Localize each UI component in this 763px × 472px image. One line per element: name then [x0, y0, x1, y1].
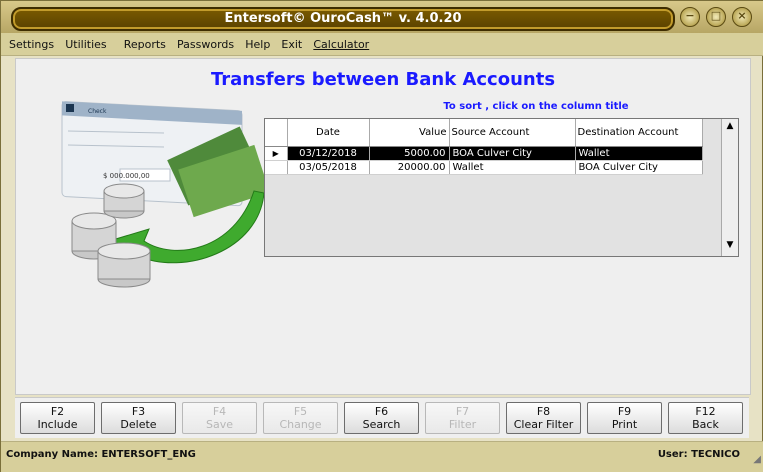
main-panel: Transfers between Bank Accounts To sort … — [15, 58, 751, 395]
fkey-code: F4 — [212, 405, 227, 418]
fkey-label: Delete — [120, 418, 157, 431]
menu-help[interactable]: Help — [242, 34, 273, 51]
minimize-button[interactable]: − — [680, 7, 700, 27]
search-button[interactable]: F6 Search — [344, 402, 419, 434]
cell-destination-account[interactable]: Wallet — [575, 146, 703, 161]
cell-value[interactable]: 20000.00 — [369, 160, 450, 175]
app-window: Entersoft© OuroCash™ v. 4.0.20 − □ × Set… — [0, 0, 763, 472]
function-key-bar: F2 Include F3 Delete F4 Save F5 Change F6 Sea… — [15, 397, 749, 438]
column-header-destination-account[interactable]: Destination Account — [575, 119, 703, 147]
company-name: Company Name: ENTERSOFT_ENG — [6, 449, 196, 460]
fkey-code: F9 — [617, 405, 632, 418]
close-button[interactable]: × — [732, 7, 752, 27]
fkey-code: F5 — [293, 405, 308, 418]
filter-button: F7 Filter — [425, 402, 500, 434]
column-header-source-account[interactable]: Source Account — [449, 119, 576, 147]
fkey-code: F6 — [374, 405, 389, 418]
menu-passwords[interactable]: Passwords — [174, 34, 237, 51]
row-pointer-icon: ▶ — [265, 146, 288, 161]
menu-calculator[interactable]: Calculator — [310, 34, 372, 51]
row-selector[interactable] — [265, 160, 288, 175]
table-row[interactable]: ▶ 03/12/2018 5000.00 BOA Culver City Wal… — [265, 146, 703, 161]
status-bar: Company Name: ENTERSOFT_ENG User: TECNIC… — [1, 441, 763, 472]
cell-date[interactable]: 03/05/2018 — [287, 160, 370, 175]
fkey-label: Change — [279, 418, 322, 431]
grid-corner — [265, 119, 288, 147]
transfers-grid[interactable]: Date Value Source Account Destination Ac… — [264, 118, 739, 257]
grid-scrollbar[interactable]: ▲ ▼ — [721, 119, 738, 256]
fkey-code: F8 — [536, 405, 551, 418]
fkey-code: F3 — [131, 405, 146, 418]
title-pill: Entersoft© OuroCash™ v. 4.0.20 — [11, 7, 675, 31]
cell-date[interactable]: 03/12/2018 — [287, 146, 370, 161]
menu-utilities[interactable]: Utilities — [62, 34, 109, 51]
fkey-label: Search — [362, 418, 401, 431]
column-header-date[interactable]: Date — [287, 119, 370, 147]
bank-transfer-illustration: Check $ 000.000,00 — [61, 101, 270, 288]
print-button[interactable]: F9 Print — [587, 402, 662, 434]
menu-settings[interactable]: Settings — [1, 34, 57, 51]
cell-source-account[interactable]: Wallet — [449, 160, 576, 175]
fkey-code: F12 — [695, 405, 716, 418]
window-title: Entersoft© OuroCash™ v. 4.0.20 — [224, 11, 462, 26]
column-header-value[interactable]: Value — [369, 119, 450, 147]
save-button: F4 Save — [182, 402, 257, 434]
grid-header-row: Date Value Source Account Destination Ac… — [265, 119, 703, 147]
fkey-label: Back — [692, 418, 719, 431]
check-amount: $ 000.000,00 — [103, 172, 150, 180]
minimize-icon: − — [685, 9, 695, 22]
title-bar[interactable]: Entersoft© OuroCash™ v. 4.0.20 − □ × — [1, 1, 763, 33]
scroll-down-icon[interactable]: ▼ — [722, 240, 738, 254]
back-button[interactable]: F12 Back — [668, 402, 743, 434]
fkey-code: F2 — [50, 405, 65, 418]
clear-filter-button[interactable]: F8 Clear Filter — [506, 402, 581, 434]
close-icon: × — [737, 9, 747, 22]
page-title: Transfers between Bank Accounts — [210, 69, 556, 90]
check-title: Check — [88, 108, 107, 115]
menu-exit[interactable]: Exit — [278, 34, 305, 51]
maximize-icon: □ — [710, 9, 722, 22]
scroll-up-icon[interactable]: ▲ — [722, 121, 738, 135]
user-name: User: TECNICO — [657, 449, 740, 460]
menu-bar: Settings Utilities Reports Passwords Hel… — [1, 33, 763, 56]
include-button[interactable]: F2 Include — [20, 402, 95, 434]
cell-source-account[interactable]: BOA Culver City — [449, 146, 576, 161]
fkey-code: F7 — [455, 405, 470, 418]
maximize-button[interactable]: □ — [706, 7, 726, 27]
fkey-label: Clear Filter — [513, 418, 574, 431]
fkey-label: Include — [37, 418, 78, 431]
cell-destination-account[interactable]: BOA Culver City — [575, 160, 703, 175]
resize-grip-icon[interactable]: ◢ — [753, 454, 761, 465]
menu-reports[interactable]: Reports — [121, 34, 169, 51]
cell-value[interactable]: 5000.00 — [369, 146, 450, 161]
table-row[interactable]: 03/05/2018 20000.00 Wallet BOA Culver Ci… — [265, 160, 703, 175]
fkey-label: Save — [205, 418, 233, 431]
fkey-label: Filter — [448, 418, 477, 431]
sort-hint: To sort , click on the column title — [443, 101, 629, 112]
delete-button[interactable]: F3 Delete — [101, 402, 176, 434]
fkey-label: Print — [611, 418, 638, 431]
change-button: F5 Change — [263, 402, 338, 434]
